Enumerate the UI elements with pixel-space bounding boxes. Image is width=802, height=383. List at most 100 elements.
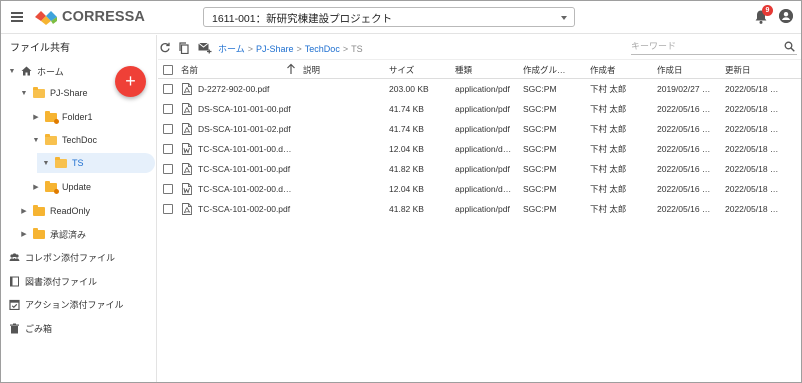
file-type: application/d…: [455, 144, 512, 154]
tree-item-approved[interactable]: ▶ 承認済み: [19, 224, 86, 244]
expand-arrow-icon[interactable]: ▶: [19, 206, 29, 216]
logo-text: CORRESSA: [62, 9, 145, 25]
app-window: CORRESSA 1611-001：新研究棟建設プロジェクト 9 ファイル共有 …: [0, 0, 802, 383]
file-author: 下村 太郎: [590, 144, 627, 154]
row-checkbox[interactable]: [163, 164, 173, 174]
expand-arrow-icon[interactable]: ▼: [7, 66, 17, 76]
expand-arrow-icon[interactable]: ▶: [31, 182, 41, 192]
column-header-description[interactable]: 説明: [303, 60, 320, 80]
expand-arrow-icon[interactable]: ▼: [19, 88, 29, 98]
tree-item-readonly[interactable]: ▶ ReadOnly: [19, 201, 90, 221]
sidebar-title: ファイル共有: [10, 43, 70, 54]
breadcrumb-current: TS: [351, 44, 363, 54]
file-group: SGC:PM: [523, 124, 557, 134]
table-row[interactable]: D-2272-902-00.pdf 203.00 KB application/pd…: [158, 79, 801, 99]
app-header: CORRESSA 1611-001：新研究棟建設プロジェクト 9: [1, 1, 801, 34]
word-icon: [182, 143, 192, 155]
file-created: 2022/05/16 …: [657, 204, 711, 214]
row-checkbox[interactable]: [163, 184, 173, 194]
table-row[interactable]: TC-SCA-101-001-00.pdf 41.82 KB application…: [158, 159, 801, 179]
add-button[interactable]: +: [115, 66, 146, 97]
search-box: [631, 39, 797, 55]
file-name[interactable]: DS-SCA-101-001-02.pdf: [198, 119, 306, 139]
file-type: application/pdf: [455, 84, 510, 94]
file-created: 2022/05/16 …: [657, 184, 711, 194]
file-description: [303, 179, 383, 199]
table-row[interactable]: DS-SCA-101-001-00.pdf 41.74 KB application…: [158, 99, 801, 119]
breadcrumb-separator: >: [296, 44, 302, 54]
expand-arrow-icon[interactable]: ▶: [19, 229, 29, 239]
table-row[interactable]: TC-SCA-101-002-00.pdf 41.82 KB application…: [158, 199, 801, 219]
refresh-icon[interactable]: [159, 42, 171, 54]
breadcrumb-link-pj-share[interactable]: PJ-Share: [256, 44, 294, 54]
select-all-checkbox[interactable]: [163, 65, 173, 75]
row-checkbox[interactable]: [163, 84, 173, 94]
tree-item-techdoc[interactable]: ▼ TechDoc: [31, 130, 97, 150]
folder-shared-icon: [45, 110, 59, 124]
project-select-value: 1611-001：新研究棟建設プロジェクト: [212, 13, 393, 25]
breadcrumb: ホーム > PJ-Share > TechDoc > TS: [218, 42, 363, 55]
project-select[interactable]: 1611-001：新研究棟建設プロジェクト: [203, 7, 575, 27]
breadcrumb-link-techdoc[interactable]: TechDoc: [305, 44, 340, 54]
tree-item-pj-share[interactable]: ▼ PJ-Share: [19, 83, 88, 103]
column-header-size[interactable]: サイズ: [389, 60, 414, 80]
file-updated: 2022/05/18 …: [725, 204, 779, 214]
file-size: 41.82 KB: [389, 164, 424, 174]
chevron-down-icon: [561, 16, 567, 20]
file-updated: 2022/05/18 …: [725, 104, 779, 114]
file-author: 下村 太郎: [590, 104, 627, 114]
sort-arrow-up-icon[interactable]: [286, 63, 296, 75]
send-mail-icon[interactable]: [198, 42, 212, 54]
file-name[interactable]: TC-SCA-101-001-00.pdf: [198, 159, 306, 179]
file-type: application/pdf: [455, 124, 510, 134]
menu-icon[interactable]: [11, 12, 23, 22]
file-description: [303, 119, 383, 139]
table-row[interactable]: TC-SCA-101-002-00.d… 12.04 KB application/…: [158, 179, 801, 199]
book-icon: [10, 276, 19, 286]
nav-action-attachments[interactable]: アクション添付ファイル: [9, 296, 124, 312]
tree-item-ts[interactable]: ▼ TS: [37, 153, 155, 173]
tree-item-label: TechDoc: [62, 135, 98, 145]
file-name[interactable]: DS-SCA-101-001-00.pdf: [198, 99, 306, 119]
nav-correspondence-attachments[interactable]: コレポン添付ファイル: [9, 249, 115, 265]
row-checkbox[interactable]: [163, 204, 173, 214]
pdf-icon: [182, 163, 192, 175]
column-header-updated[interactable]: 更新日: [725, 60, 751, 80]
tree-item-home[interactable]: ▼ ホーム: [7, 61, 64, 81]
expand-arrow-icon[interactable]: ▼: [41, 158, 51, 168]
column-header-group[interactable]: 作成グル…: [523, 60, 566, 80]
row-checkbox[interactable]: [163, 144, 173, 154]
expand-arrow-icon[interactable]: ▼: [31, 135, 41, 145]
column-header-created[interactable]: 作成日: [657, 60, 683, 80]
file-name[interactable]: TC-SCA-101-002-00.d…: [198, 179, 306, 199]
column-header-type[interactable]: 種類: [455, 60, 472, 80]
tree-item-update[interactable]: ▶ Update: [31, 177, 91, 197]
table-row[interactable]: DS-SCA-101-001-02.pdf 41.74 KB application…: [158, 119, 801, 139]
file-name[interactable]: D-2272-902-00.pdf: [198, 79, 306, 99]
group-icon: [9, 252, 20, 261]
row-checkbox[interactable]: [163, 104, 173, 114]
row-checkbox[interactable]: [163, 124, 173, 134]
table-row[interactable]: TC-SCA-101-001-00.d… 12.04 KB application/…: [158, 139, 801, 159]
breadcrumb-link-home[interactable]: ホーム: [218, 44, 245, 54]
file-created: 2022/05/16 …: [657, 164, 711, 174]
file-created: 2022/05/16 …: [657, 104, 711, 114]
column-header-author[interactable]: 作成者: [590, 60, 616, 80]
expand-arrow-icon[interactable]: ▶: [31, 112, 41, 122]
file-author: 下村 太郎: [590, 184, 627, 194]
search-icon[interactable]: [784, 41, 795, 52]
app-logo[interactable]: CORRESSA: [33, 8, 145, 26]
trash-icon: [10, 323, 19, 333]
file-author: 下村 太郎: [590, 124, 627, 134]
file-name[interactable]: TC-SCA-101-001-00.d…: [198, 139, 306, 159]
file-name[interactable]: TC-SCA-101-002-00.pdf: [198, 199, 306, 219]
search-input[interactable]: [631, 39, 771, 53]
tree-item-folder1[interactable]: ▶ Folder1: [31, 107, 93, 127]
nav-link-label: アクション添付ファイル: [25, 299, 124, 310]
nav-trash[interactable]: ごみ箱: [9, 320, 52, 336]
column-header-name[interactable]: 名前: [181, 60, 198, 80]
nav-drawing-attachments[interactable]: 図書添付ファイル: [9, 273, 97, 289]
copy-icon[interactable]: [178, 42, 190, 54]
file-author: 下村 太郎: [590, 204, 627, 214]
user-account-icon[interactable]: [779, 9, 793, 23]
